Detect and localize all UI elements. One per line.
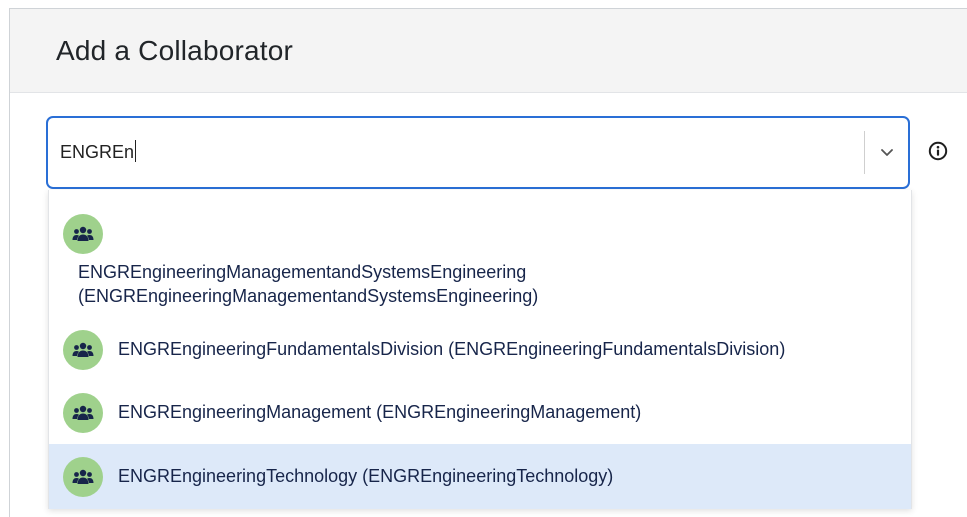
collaborator-search-input[interactable]: ENGREn <box>60 118 840 187</box>
group-icon <box>72 469 94 484</box>
chevron-down-icon <box>881 148 893 156</box>
dialog-title: Add a Collaborator <box>56 35 294 66</box>
search-input-value: ENGREn <box>60 142 135 162</box>
group-icon <box>72 342 94 357</box>
collaborator-combobox[interactable]: ENGREn <box>46 116 910 189</box>
list-item[interactable]: ENGREngineeringManagement (ENGREngineeri… <box>49 381 911 444</box>
suggestion-list: ENGREngineeringManagementandSystemsEngin… <box>48 190 912 509</box>
list-item-label: ENGREngineeringTechnology (ENGREngineeri… <box>118 466 614 486</box>
list-item[interactable]: ENGREngineeringManagementandSystemsEngin… <box>49 190 911 318</box>
group-avatar <box>63 457 103 497</box>
info-icon[interactable] <box>928 141 948 161</box>
group-icon <box>72 405 94 420</box>
list-item-label-line1: ENGREngineeringManagementandSystemsEngin… <box>78 262 527 282</box>
list-item-label: ENGREngineeringFundamentalsDivision (ENG… <box>118 339 786 359</box>
text-caret <box>135 140 137 163</box>
dropdown-toggle-button[interactable] <box>866 118 908 187</box>
page: Add a Collaborator ENGREn ENGREngineerin… <box>0 0 967 517</box>
list-item-label: ENGREngineeringManagementandSystemsEngin… <box>78 260 538 308</box>
list-item-label: ENGREngineeringManagement (ENGREngineeri… <box>118 402 642 422</box>
list-item-label-line2: (ENGREngineeringManagementandSystemsEngi… <box>78 286 539 306</box>
group-icon <box>72 226 94 241</box>
group-avatar <box>63 214 103 254</box>
group-avatar <box>63 330 103 370</box>
dialog-header: Add a Collaborator <box>10 9 967 93</box>
list-item-highlighted[interactable]: ENGREngineeringTechnology (ENGREngineeri… <box>49 444 911 509</box>
group-avatar <box>63 393 103 433</box>
list-item[interactable]: ENGREngineeringFundamentalsDivision (ENG… <box>49 318 911 381</box>
combobox-separator <box>864 131 865 174</box>
